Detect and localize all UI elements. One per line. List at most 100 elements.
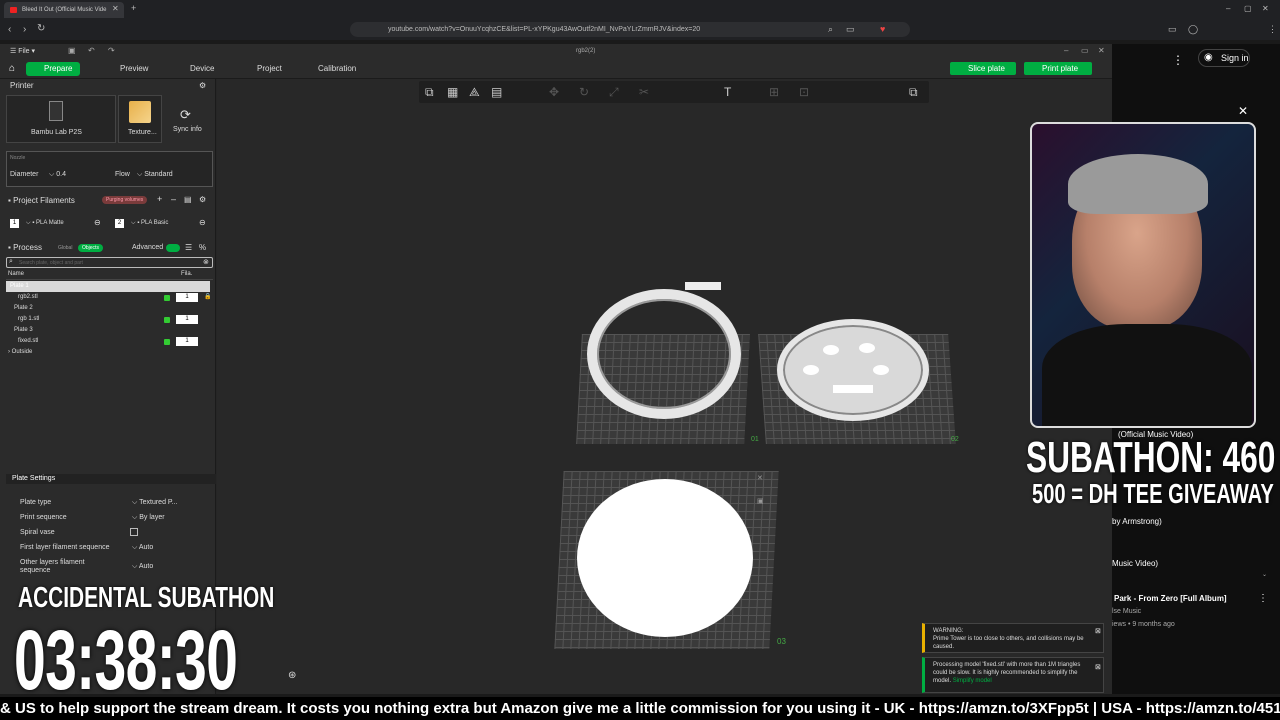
disc-model-plate-3[interactable] [577, 479, 753, 637]
filament-number[interactable]: 1 [176, 315, 198, 324]
remove-filament-icon[interactable]: – [171, 194, 176, 204]
flow-select[interactable]: ⌵ Standard [137, 171, 173, 179]
filament-remove-icon[interactable]: ⊖ [94, 218, 101, 227]
plate-lock-icon[interactable]: ▣ [757, 497, 764, 505]
profile-icon[interactable]: ◯ [1188, 25, 1198, 34]
objects-toggle[interactable]: Objects [78, 244, 103, 252]
minimize-window-icon[interactable]: – [1226, 5, 1230, 13]
diameter-select[interactable]: ⌵ 0.4 [49, 171, 66, 179]
rotate-icon[interactable]: ↻ [579, 85, 589, 99]
advanced-toggle[interactable] [166, 244, 180, 252]
object-search-input[interactable]: ⌕ Search plate, object and part ⊗ [6, 257, 213, 268]
print-plate-button[interactable]: Print plate [1024, 62, 1092, 75]
filament-number[interactable]: 1 [176, 293, 198, 302]
other-layers-sequence-select[interactable]: ⌵ Auto [132, 563, 153, 571]
filament-item-1[interactable]: 1 ⌵ ▪ PLA Matte ⊖ [8, 218, 108, 230]
simplify-model-link[interactable]: Simplify model [953, 678, 992, 684]
zoom-icon[interactable]: ⌕ [828, 25, 833, 34]
home-icon[interactable]: ⌂ [9, 63, 15, 74]
tab-device[interactable]: Device [190, 62, 214, 76]
screen-icon[interactable]: ▭ [846, 25, 855, 34]
percent-icon[interactable]: % [199, 243, 206, 252]
spiral-vase-checkbox[interactable] [130, 528, 138, 536]
list-icon[interactable]: ☰ [185, 243, 192, 252]
visibility-check[interactable] [164, 339, 170, 345]
3d-viewport[interactable]: ⧉ ▦ ⟁ ▤ ✥ ↻ ⤢ ✂ T ⊞ ⊡ ⧉ 01 02 03 ✕ ▣ WAR… [217, 79, 1112, 694]
lid-model-plate-2[interactable] [777, 319, 929, 421]
view-settings-icon[interactable]: ⧉ [909, 85, 918, 100]
address-bar[interactable]: youtube.com/watch?v=OnuuYcqhzCE&list=PL-… [350, 22, 910, 37]
tree-outside[interactable]: › Outside [6, 347, 210, 358]
add-object-icon[interactable]: ⧉ [425, 85, 434, 100]
printer-settings-icon[interactable]: ⚙ [199, 81, 206, 90]
visibility-check[interactable] [164, 295, 170, 301]
sync-info-label[interactable]: Sync info [173, 126, 202, 133]
tab-preview[interactable]: Preview [120, 62, 148, 76]
playlist-item-title[interactable]: Park - From Zero [Full Album] [1114, 594, 1227, 603]
video-title-fragment[interactable]: by Armstrong) [1112, 517, 1162, 526]
video-title-fragment[interactable]: Music Video) [1112, 559, 1158, 568]
plate-type-selector[interactable]: Texture... [118, 95, 162, 143]
tree-plate-3[interactable]: Plate 3 [6, 325, 210, 336]
tab-project[interactable]: Project [257, 62, 282, 76]
tree-plate-1[interactable]: Plate 1 [6, 281, 210, 292]
plate-type-select[interactable]: ⌵ Textured P... [132, 499, 178, 507]
app-minimize-icon[interactable]: – [1064, 46, 1068, 55]
filament-settings-icon[interactable]: ⚙ [199, 195, 206, 204]
visibility-check[interactable] [164, 317, 170, 323]
arrange-icon[interactable]: ▤ [491, 85, 502, 99]
purging-volumes-badge[interactable]: Purging volumes [102, 196, 148, 204]
extension-icon[interactable]: ♥ [880, 25, 885, 34]
tree-plate-2[interactable]: Plate 2 [6, 303, 210, 314]
printer-selector[interactable]: Bambu Lab P2S [6, 95, 116, 143]
menu-dots-icon[interactable]: ⋮ [1268, 25, 1277, 34]
filament-remove-icon[interactable]: ⊖ [199, 218, 206, 227]
maximize-window-icon[interactable]: ▢ [1244, 5, 1252, 13]
playlist-item-menu-icon[interactable]: ⋮ [1258, 593, 1268, 604]
tree-object-rgb1[interactable]: rgb 1.stl 1 [6, 314, 210, 325]
browser-tab[interactable]: Bleed It Out (Official Music Vide ✕ [4, 2, 124, 18]
filament-number[interactable]: 1 [176, 337, 198, 346]
measure-icon[interactable]: ⊞ [769, 85, 779, 99]
scale-icon[interactable]: ⤢ [609, 85, 619, 100]
slice-plate-button[interactable]: Slice plate [950, 62, 1016, 75]
filament-item-2[interactable]: 2 ⌵ ▪ PLA Basic ⊖ [113, 218, 213, 230]
tree-object-rgb2[interactable]: rgb2.stl 1 🔒 [6, 292, 211, 303]
sync-icon[interactable]: ⟳ [180, 107, 191, 123]
app-close-icon[interactable]: ✕ [1098, 46, 1105, 55]
tab-prepare[interactable]: Prepare [26, 62, 81, 76]
orient-icon[interactable]: ⟁ [469, 85, 480, 100]
grid-icon[interactable]: ▦ [447, 85, 458, 99]
tab-calibration[interactable]: Calibration [318, 62, 356, 76]
plate-close-icon[interactable]: ✕ [757, 474, 763, 482]
add-filament-icon[interactable]: + [157, 194, 162, 204]
back-icon[interactable]: ‹ [8, 25, 11, 35]
new-tab-icon[interactable]: + [131, 4, 136, 13]
close-tab-icon[interactable]: ✕ [112, 5, 119, 13]
sign-in-button[interactable]: ◉ Sign in [1198, 49, 1250, 67]
filament-edit-icon[interactable]: ▤ [184, 195, 192, 204]
youtube-menu-icon[interactable]: ⋮ [1172, 53, 1184, 67]
close-window-icon[interactable]: ✕ [1262, 5, 1269, 13]
forward-icon[interactable]: › [23, 25, 26, 35]
first-layer-sequence-select[interactable]: ⌵ Auto [132, 544, 153, 552]
clear-search-icon[interactable]: ⊗ [203, 258, 209, 266]
app-maximize-icon[interactable]: ▭ [1081, 46, 1089, 55]
global-toggle[interactable]: Global [58, 245, 72, 251]
text-tool-icon[interactable]: T [724, 85, 731, 99]
file-menu[interactable]: ☰ File ▾ [10, 47, 35, 55]
print-sequence-select[interactable]: ⌵ By layer [132, 514, 165, 522]
cast-icon[interactable]: ▭ [1168, 25, 1177, 34]
tree-object-fixed[interactable]: fixed.stl 1 [6, 336, 210, 347]
close-notification-icon[interactable]: ⊠ [1095, 664, 1101, 672]
cut-icon[interactable]: ✂ [639, 85, 649, 99]
ring-model-plate-1[interactable] [587, 289, 741, 419]
move-icon[interactable]: ✥ [549, 85, 559, 99]
close-miniplayer-icon[interactable]: ✕ [1238, 104, 1248, 118]
undo-icon[interactable]: ↶ [88, 46, 95, 55]
redo-icon[interactable]: ↷ [108, 46, 115, 55]
reload-icon[interactable]: ↻ [37, 24, 45, 34]
save-icon[interactable]: ▣ [68, 46, 76, 55]
close-notification-icon[interactable]: ⊠ [1095, 628, 1101, 636]
assembly-icon[interactable]: ⊡ [799, 85, 809, 99]
